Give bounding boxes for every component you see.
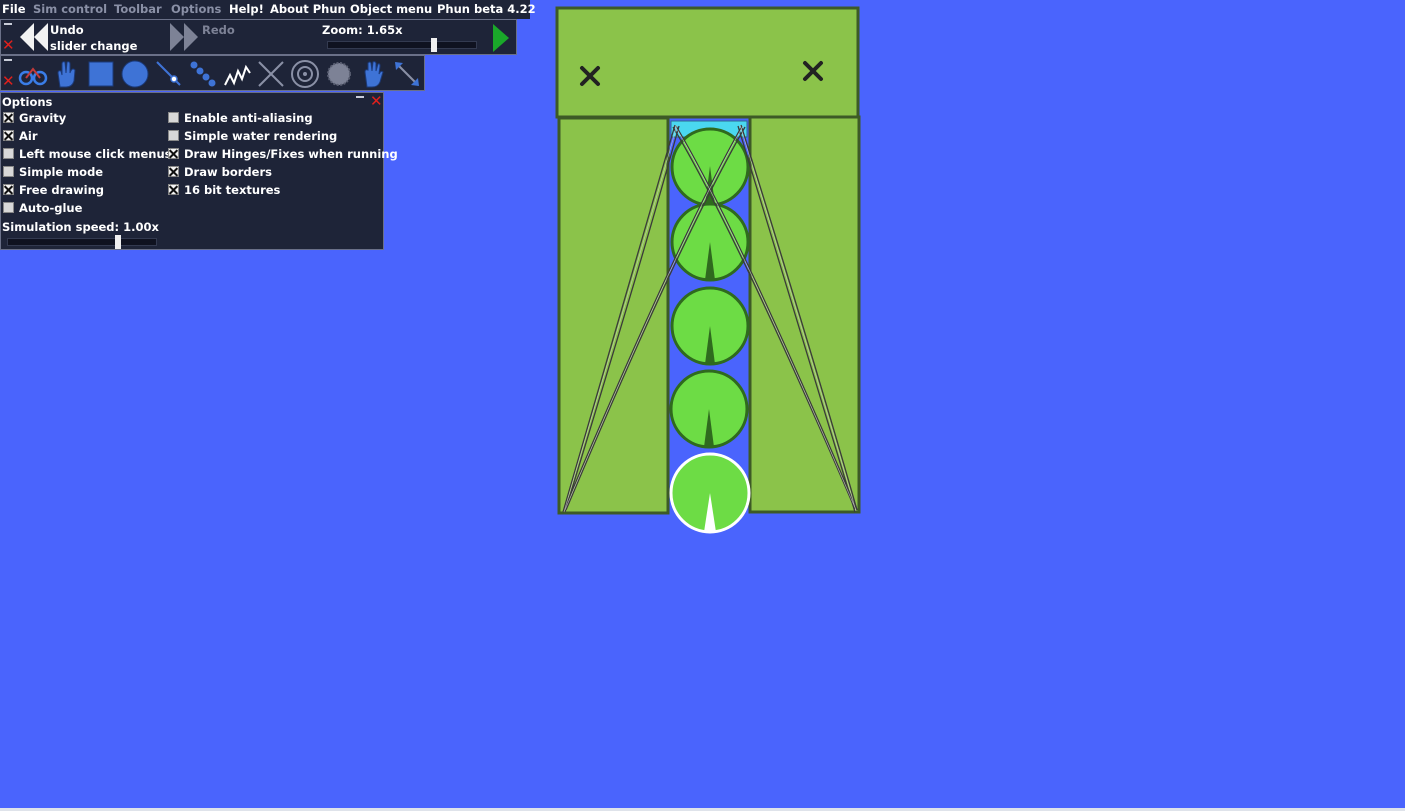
close-icon[interactable]: ✕ [2, 74, 15, 89]
options-panel: Options ✕ Gravity Air Left mouse click men… [0, 92, 398, 250]
simulation-speed-slider[interactable] [7, 238, 157, 246]
top-box[interactable] [555, 6, 860, 119]
tracer-tool-icon[interactable] [290, 59, 320, 89]
left-pillar[interactable] [557, 116, 670, 515]
chain-tool-icon[interactable] [188, 59, 218, 89]
redo-label[interactable]: Redo [202, 23, 235, 37]
option-label: Free drawing [19, 183, 105, 197]
axle-tool-icon[interactable] [154, 59, 184, 89]
tool-bar: ✕ [0, 55, 425, 91]
undo-label-line2[interactable]: slider change [50, 39, 137, 53]
close-icon[interactable]: ✕ [2, 38, 15, 53]
menu-sim-control[interactable]: Sim control [33, 2, 107, 16]
minimize-icon[interactable] [356, 96, 364, 98]
circle-1[interactable] [670, 127, 750, 207]
menu-object-menu[interactable]: Object menu [350, 2, 432, 16]
checkbox-simple-water-rendering[interactable] [168, 130, 179, 141]
cut-tool-icon[interactable] [256, 59, 286, 89]
menu-about-phun[interactable]: About Phun [270, 2, 346, 16]
checkbox-16-bit-textures[interactable] [168, 184, 179, 195]
checkbox-left-mouse-click-menus[interactable] [3, 148, 14, 159]
checkbox-air[interactable] [3, 130, 14, 141]
circle-5-selected[interactable] [669, 452, 751, 534]
brush-tool-icon[interactable] [324, 59, 354, 89]
option-label: 16 bit textures [184, 183, 281, 197]
fixate-icon[interactable] [803, 61, 823, 81]
simulation-speed-slider-handle[interactable] [115, 235, 121, 249]
water-strip[interactable] [670, 120, 748, 138]
fixate-icon[interactable] [580, 66, 600, 86]
option-label: Left mouse click menus [19, 147, 172, 161]
box-tool-icon[interactable] [86, 59, 116, 89]
zoom-slider[interactable] [327, 41, 477, 49]
menu-options[interactable]: Options [171, 2, 221, 16]
checkbox-free-drawing[interactable] [3, 184, 14, 195]
checkbox-draw-borders[interactable] [168, 166, 179, 177]
simulation-speed-label: Simulation speed: 1.00x [2, 220, 159, 234]
circle-tool-icon[interactable] [120, 59, 150, 89]
option-label: Draw Hinges/Fixes when running [184, 147, 398, 161]
rope-lines[interactable] [562, 124, 858, 513]
option-label: Draw borders [184, 165, 272, 179]
option-label: Auto-glue [19, 201, 83, 215]
glove-tool-icon[interactable] [358, 59, 388, 89]
close-icon[interactable]: ✕ [370, 94, 383, 109]
minimize-icon[interactable] [4, 59, 12, 61]
checkbox-gravity[interactable] [3, 112, 14, 123]
spring-tool-icon[interactable] [222, 59, 252, 89]
scale-tool-icon[interactable] [392, 59, 422, 89]
circle-2[interactable] [670, 202, 750, 282]
option-label: Enable anti-aliasing [184, 111, 313, 125]
menu-toolbar[interactable]: Toolbar [114, 2, 162, 16]
redo-icon[interactable] [170, 23, 202, 51]
zoom-label: Zoom: 1.65x [322, 23, 403, 37]
checkbox-enable-anti-aliasing[interactable] [168, 112, 179, 123]
bike-tool-icon[interactable] [18, 59, 48, 89]
checkbox-simple-mode[interactable] [3, 166, 14, 177]
options-title: Options [2, 95, 53, 109]
version-label: Phun beta 4.22 [437, 2, 536, 16]
checkbox-auto-glue[interactable] [3, 202, 14, 213]
play-icon[interactable] [491, 24, 511, 52]
circle-4[interactable] [669, 369, 749, 449]
option-label: Simple water rendering [184, 129, 338, 143]
undo-icon[interactable] [18, 23, 50, 51]
undo-bar: ✕ Undo slider change Redo Zoom: 1.65x [0, 19, 517, 55]
minimize-icon[interactable] [4, 23, 12, 25]
option-label: Air [19, 129, 38, 143]
menu-bar: File Sim control Toolbar Options Help! A… [0, 0, 536, 19]
drag-hand-icon[interactable] [52, 59, 82, 89]
right-pillar[interactable] [748, 115, 861, 514]
undo-label-line1[interactable]: Undo [50, 23, 84, 37]
menu-file[interactable]: File [2, 2, 26, 16]
option-label: Simple mode [19, 165, 104, 179]
zoom-slider-handle[interactable] [430, 38, 437, 52]
option-label: Gravity [19, 111, 67, 125]
circle-3[interactable] [670, 286, 750, 366]
checkbox-draw-hinges-fixes-when-running[interactable] [168, 148, 179, 159]
menu-help[interactable]: Help! [229, 2, 264, 16]
